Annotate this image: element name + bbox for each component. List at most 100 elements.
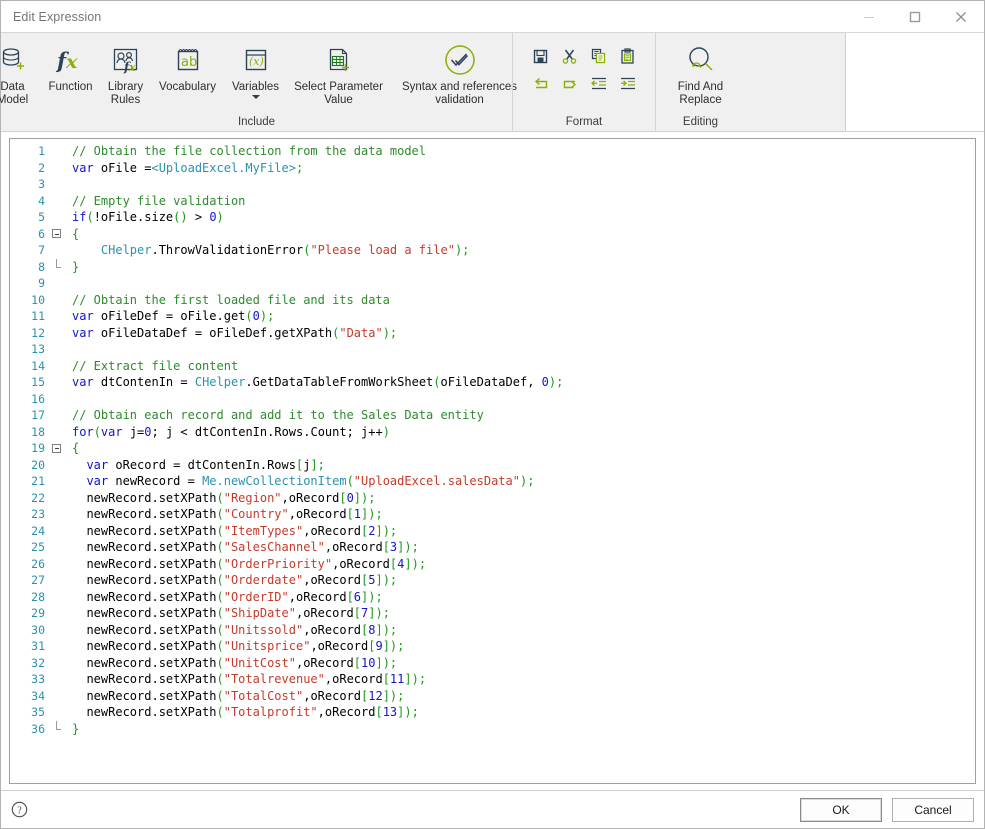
fold-collapse-icon[interactable]	[52, 443, 61, 453]
find-and-replace-button[interactable]: Find And Replace	[661, 39, 741, 107]
code-line: 30 newRecord.setXPath("Unitssold",oRecor…	[10, 622, 975, 639]
line-number: 6	[38, 226, 45, 241]
code-line: 34 newRecord.setXPath("TotalCost",oRecor…	[10, 688, 975, 705]
library-rules-label: Library Rules	[107, 81, 144, 106]
line-number: 33	[31, 672, 45, 686]
fold-end-marker	[56, 258, 61, 268]
function-button[interactable]: f x Function	[41, 39, 101, 94]
ribbon-group-editing: Find And Replace Editing	[655, 33, 745, 131]
variables-button[interactable]: (x) Variables	[225, 39, 287, 99]
line-number: 29	[31, 606, 45, 620]
function-label: Function	[48, 81, 93, 93]
outdent-button[interactable]	[585, 71, 612, 96]
save-button[interactable]	[527, 44, 554, 69]
line-number: 11	[31, 309, 45, 323]
code-line: 12 var oFileDataDef = oFileDef.getXPath("…	[10, 325, 975, 342]
line-number: 18	[31, 424, 45, 439]
vocabulary-ab-icon: ab	[172, 41, 204, 79]
line-number: 9	[38, 276, 45, 290]
cut-scissors-icon	[562, 49, 577, 64]
code-line: 29 newRecord.setXPath("ShipDate",oRecord…	[10, 605, 975, 622]
paste-button[interactable]	[614, 44, 641, 69]
code-line: 31 newRecord.setXPath("Unitsprice",oReco…	[10, 638, 975, 655]
fold-collapse-icon[interactable]	[52, 229, 61, 238]
code-line: 26 newRecord.setXPath("OrderPriority",oR…	[10, 556, 975, 573]
line-number: 14	[31, 358, 45, 373]
code-line: 21 var newRecord = Me.newCollectionItem(…	[10, 473, 975, 490]
code-line: 2 var oFile =<UploadExcel.MyFile>;	[10, 160, 975, 177]
code-text: newRecord.setXPath("ShipDate",oRecord[7]…	[72, 606, 390, 620]
code-text: // Obtain the file collection from the d…	[72, 144, 427, 158]
code-text: newRecord.setXPath("OrderPriority",oReco…	[72, 556, 427, 571]
cancel-button[interactable]: Cancel	[892, 797, 974, 822]
code-text: newRecord.setXPath("Country",oRecord[1])…	[72, 507, 383, 521]
find-replace-icon	[684, 41, 718, 79]
code-text: }	[72, 721, 80, 736]
help-question-icon[interactable]: ?	[11, 801, 28, 818]
line-number: 27	[31, 573, 45, 587]
vocabulary-button[interactable]: ab Vocabulary	[151, 39, 225, 94]
chevron-down-icon[interactable]	[251, 95, 260, 99]
library-rules-icon: f x	[109, 41, 143, 79]
code-line: 18 for(var j=0; j < dtContenIn.Rows.Count…	[10, 424, 975, 441]
minimize-button[interactable]	[846, 1, 892, 32]
editing-buttons: Find And Replace	[656, 33, 745, 114]
line-number: 35	[31, 705, 45, 719]
code-line: 16	[10, 391, 975, 408]
format-buttons	[513, 33, 655, 114]
library-rules-button[interactable]: f x Library Rules	[101, 39, 151, 107]
window-title: Edit Expression	[13, 9, 102, 24]
code-text: var oFileDef = oFile.get(0);	[72, 309, 275, 323]
maximize-button[interactable]	[892, 1, 938, 32]
code-lines[interactable]: 1 // Obtain the file collection from the …	[10, 139, 975, 737]
svg-text:?: ?	[17, 805, 22, 816]
code-text: }	[72, 259, 80, 274]
close-button[interactable]	[938, 1, 984, 32]
svg-text:(x): (x)	[249, 55, 264, 68]
title-bar: Edit Expression	[1, 1, 984, 32]
data-model-button[interactable]: Data Model	[0, 39, 41, 107]
indent-button[interactable]	[614, 71, 641, 96]
code-line: 7 CHelper.ThrowValidationError("Please l…	[10, 242, 975, 259]
code-text: newRecord.setXPath("Orderdate",oRecord[5…	[72, 573, 398, 587]
code-line: 36}	[10, 720, 975, 738]
copy-icon	[591, 48, 606, 64]
undo-button[interactable]	[527, 71, 554, 96]
code-text: newRecord.setXPath("SalesChannel",oRecor…	[72, 540, 419, 554]
cut-button[interactable]	[556, 44, 583, 69]
syntax-validation-button[interactable]: Syntax and references validation	[391, 39, 529, 107]
code-line: 6{	[10, 226, 975, 243]
expression-editor[interactable]: 1 // Obtain the file collection from the …	[9, 138, 976, 784]
ribbon-groups: Data Model f x Function f x Library Rule…	[0, 33, 846, 131]
ok-button[interactable]: OK	[800, 797, 882, 822]
line-number: 12	[31, 325, 45, 340]
line-number: 26	[31, 556, 45, 571]
code-text: // Obtain each record and add it to the …	[72, 408, 484, 422]
fold-end-marker	[56, 720, 61, 730]
code-line: 23 newRecord.setXPath("Country",oRecord[…	[10, 506, 975, 523]
redo-icon	[563, 80, 576, 89]
copy-button[interactable]	[585, 44, 612, 69]
line-number: 34	[31, 688, 45, 703]
code-line: 11 var oFileDef = oFile.get(0);	[10, 308, 975, 325]
ribbon-group-format: Format	[512, 33, 655, 131]
code-text: newRecord.setXPath("Totalrevenue",oRecor…	[72, 672, 427, 686]
function-fx-icon: f x	[54, 41, 88, 79]
line-number: 8	[38, 259, 45, 274]
select-parameter-value-button[interactable]: Select Parameter Value	[287, 39, 391, 107]
redo-button[interactable]	[556, 71, 583, 96]
code-text: // Obtain the first loaded file and its …	[72, 292, 390, 307]
code-line: 14 // Extract file content	[10, 358, 975, 375]
code-text: CHelper.ThrowValidationError("Please loa…	[100, 243, 470, 257]
select-parameter-value-label: Select Parameter Value	[294, 81, 383, 106]
minimize-icon	[864, 16, 874, 18]
ribbon-toolbar: Data Model f x Function f x Library Rule…	[0, 32, 984, 132]
code-line: 4 // Empty file validation	[10, 193, 975, 210]
line-number: 19	[31, 441, 45, 455]
select-parameter-value-icon	[323, 41, 355, 79]
line-number: 31	[31, 639, 45, 653]
svg-text:ab: ab	[181, 55, 197, 70]
